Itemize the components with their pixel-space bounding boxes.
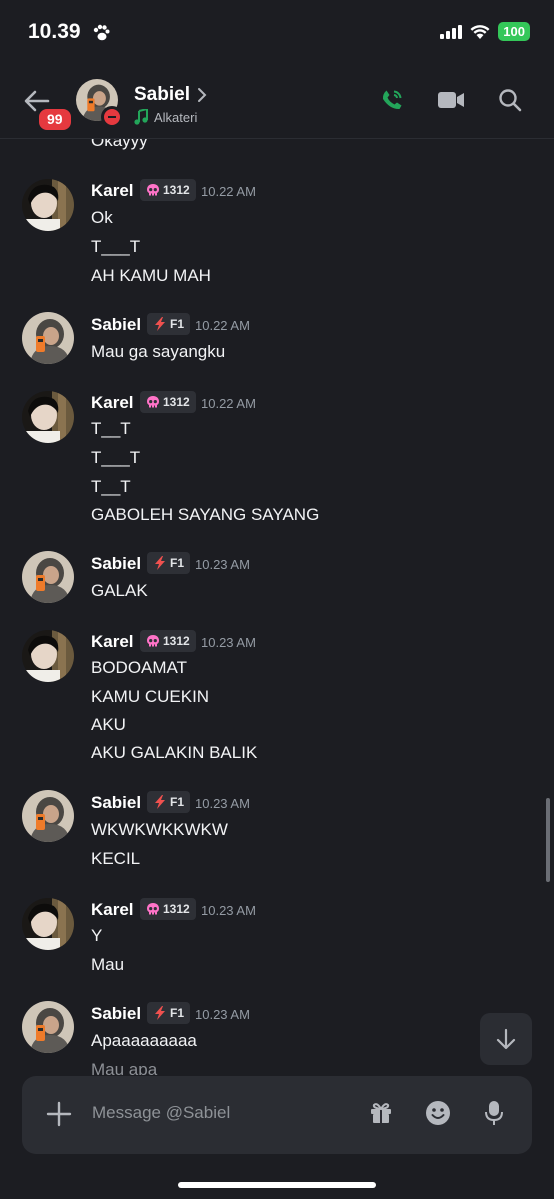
skull-icon (146, 183, 160, 197)
author-name[interactable]: Sabiel (91, 793, 141, 813)
chevron-right-icon[interactable] (197, 87, 207, 103)
user-tag[interactable]: F1 (147, 791, 191, 813)
unread-badge: 99 (36, 106, 74, 133)
bolt-icon (153, 1006, 167, 1020)
message-text: BODOAMAT (91, 658, 188, 677)
message-input[interactable]: Message @Sabiel (92, 1103, 230, 1123)
message-text: GABOLEH SAYANG SAYANG (91, 505, 320, 524)
avatar[interactable] (22, 179, 74, 231)
user-tag-label: 1312 (163, 902, 190, 916)
avatar[interactable] (22, 898, 74, 950)
message-text: Y (91, 926, 103, 945)
timestamp: 10.23 AM (195, 557, 250, 572)
avatar[interactable] (22, 1001, 74, 1053)
header-username[interactable]: Sabiel (134, 84, 190, 106)
avatar[interactable] (22, 630, 74, 682)
author-name[interactable]: Karel (91, 900, 134, 920)
user-tag-label: 1312 (163, 183, 190, 197)
message-text: WKWKWKKWKW (91, 820, 228, 839)
search-icon[interactable] (498, 88, 522, 112)
wifi-icon (470, 25, 490, 39)
author-name[interactable]: Karel (91, 181, 134, 201)
message-text: T___T (91, 448, 141, 467)
plus-icon[interactable] (46, 1101, 72, 1127)
timestamp: 10.22 AM (201, 396, 256, 411)
arrow-down-icon (496, 1028, 516, 1050)
timestamp: 10.23 AM (201, 635, 256, 650)
avatar[interactable] (22, 551, 74, 603)
author-name[interactable]: Karel (91, 393, 134, 413)
message-text: Apaaaaaaaaa (91, 1031, 197, 1050)
user-tag[interactable]: F1 (147, 313, 191, 335)
message-text: Okayyy (91, 139, 148, 150)
message-text: Ok (91, 208, 113, 227)
timestamp: 10.23 AM (201, 903, 256, 918)
bolt-icon (153, 556, 167, 570)
music-note-icon (134, 109, 148, 125)
skull-icon (146, 902, 160, 916)
message-text: Mau (91, 955, 125, 974)
user-tag[interactable]: 1312 (140, 179, 196, 201)
user-tag-label: F1 (170, 556, 185, 570)
emoji-icon[interactable] (425, 1100, 451, 1126)
message-text: KAMU CUEKIN (91, 687, 210, 706)
message-text: AKU (91, 715, 126, 734)
author-name[interactable]: Karel (91, 632, 134, 652)
user-tag-label: F1 (170, 317, 185, 331)
user-tag[interactable]: F1 (147, 1002, 191, 1024)
dnd-status-icon (101, 106, 123, 128)
status-time: 10.39 (28, 20, 81, 43)
cellular-signal-icon (440, 24, 463, 39)
message-text: Mau apa (91, 1060, 158, 1075)
battery-indicator: 100 (498, 22, 530, 41)
timestamp: 10.22 AM (195, 318, 250, 333)
message-list[interactable]: Okayyy Karel 1312 10.22 AM Ok T___T AH K… (0, 139, 554, 1075)
skull-icon (146, 395, 160, 409)
dm-header: 99 Sabiel Alkateri (0, 62, 554, 139)
status-bar: 10.39 100 (0, 0, 554, 62)
timestamp: 10.23 AM (195, 1007, 250, 1022)
user-tag[interactable]: F1 (147, 552, 191, 574)
home-indicator (178, 1182, 376, 1188)
user-tag[interactable]: 1312 (140, 630, 196, 652)
call-icon[interactable] (380, 88, 404, 112)
message-composer: Message @Sabiel (22, 1076, 532, 1154)
bolt-icon (153, 795, 167, 809)
author-name[interactable]: Sabiel (91, 554, 141, 574)
message-text: T___T (91, 237, 141, 256)
gift-icon[interactable] (369, 1101, 393, 1125)
timestamp: 10.23 AM (195, 796, 250, 811)
mic-icon[interactable] (484, 1100, 504, 1126)
user-tag[interactable]: 1312 (140, 898, 196, 920)
message-text: T__T (91, 477, 131, 496)
jump-to-latest-button[interactable] (480, 1013, 532, 1065)
author-name[interactable]: Sabiel (91, 1004, 141, 1024)
user-tag-label: F1 (170, 1006, 185, 1020)
user-tag-label: 1312 (163, 395, 190, 409)
message-text: AKU GALAKIN BALIK (91, 743, 258, 762)
user-tag-label: 1312 (163, 634, 190, 648)
message-text: KECIL (91, 849, 141, 868)
message-text: GALAK (91, 581, 148, 600)
avatar[interactable] (22, 391, 74, 443)
message-text: Mau ga sayangku (91, 342, 226, 361)
paw-icon (93, 24, 110, 41)
user-tag-label: F1 (170, 795, 185, 809)
bolt-icon (153, 317, 167, 331)
skull-icon (146, 634, 160, 648)
header-activity: Alkateri (134, 109, 197, 125)
avatar[interactable] (22, 790, 74, 842)
message-text: AH KAMU MAH (91, 266, 211, 285)
scrollbar[interactable] (546, 798, 550, 882)
author-name[interactable]: Sabiel (91, 315, 141, 335)
activity-label: Alkateri (154, 109, 198, 125)
avatar[interactable] (22, 312, 74, 364)
timestamp: 10.22 AM (201, 184, 256, 199)
video-icon[interactable] (438, 91, 464, 109)
message-text: T__T (91, 419, 131, 438)
user-tag[interactable]: 1312 (140, 391, 196, 413)
